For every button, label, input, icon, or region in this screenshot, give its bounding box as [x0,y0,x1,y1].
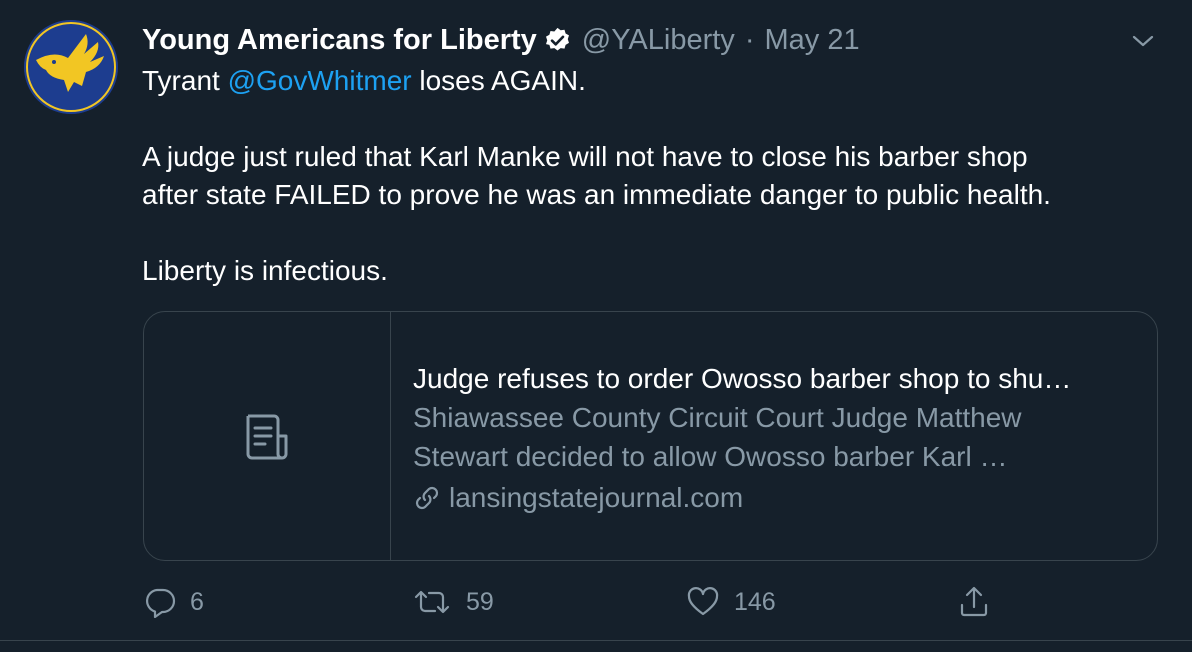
divider [0,640,1192,641]
link-preview-card[interactable]: Judge refuses to order Owosso barber sho… [143,311,1158,561]
author-handle[interactable]: @YALiberty [582,20,735,60]
tweet-line-3: after state FAILED to prove he was an im… [142,179,1051,210]
card-domain: lansingstatejournal.com [413,478,1143,518]
link-icon [415,486,439,510]
separator-dot: · [744,24,755,56]
share-button[interactable] [958,582,990,622]
reply-count: 6 [190,587,204,616]
like-count: 146 [734,587,776,616]
share-icon [960,586,988,617]
avatar[interactable] [24,20,118,114]
tweet-header: Young Americans for Liberty @YALiberty ·… [142,20,860,60]
verified-badge-icon [545,27,569,51]
reply-button[interactable]: 6 [144,582,204,622]
chevron-down-icon[interactable] [1128,26,1158,56]
like-button[interactable]: 146 [686,582,776,622]
retweet-count: 59 [466,587,494,616]
mention-link[interactable]: @GovWhitmer [228,65,412,96]
card-description-line-2: Stewart decided to allow Owosso barber K… [413,441,1008,472]
card-domain-text: lansingstatejournal.com [449,482,744,513]
heart-icon [687,587,719,616]
tweet-date[interactable]: May 21 [764,20,859,60]
card-description: Shiawassee County Circuit Court Judge Ma… [413,398,1143,476]
card-thumbnail [144,312,391,560]
action-bar: 6 59 146 [0,582,1192,622]
retweet-button[interactable]: 59 [412,582,494,622]
tweet-line-1: Tyrant @GovWhitmer loses AGAIN. [142,62,1162,100]
tweet-text-prefix: Tyrant [142,65,228,96]
tweet-text-suffix: loses AGAIN. [411,65,586,96]
card-info: Judge refuses to order Owosso barber sho… [413,360,1143,518]
article-icon [246,414,288,460]
eagle-logo-icon [24,20,118,114]
author-name[interactable]: Young Americans for Liberty [142,20,537,60]
card-description-line-1: Shiawassee County Circuit Court Judge Ma… [413,402,1022,433]
tweet-line-2: A judge just ruled that Karl Manke will … [142,141,1028,172]
tweet-text: Tyrant @GovWhitmer loses AGAIN. A judge … [142,62,1162,290]
tweet-line-4: Liberty is infectious. [142,255,388,286]
tweet[interactable]: Young Americans for Liberty @YALiberty ·… [0,0,1192,652]
reply-icon [146,588,176,618]
retweet-icon [414,590,450,614]
card-title: Judge refuses to order Owosso barber sho… [413,363,1072,394]
